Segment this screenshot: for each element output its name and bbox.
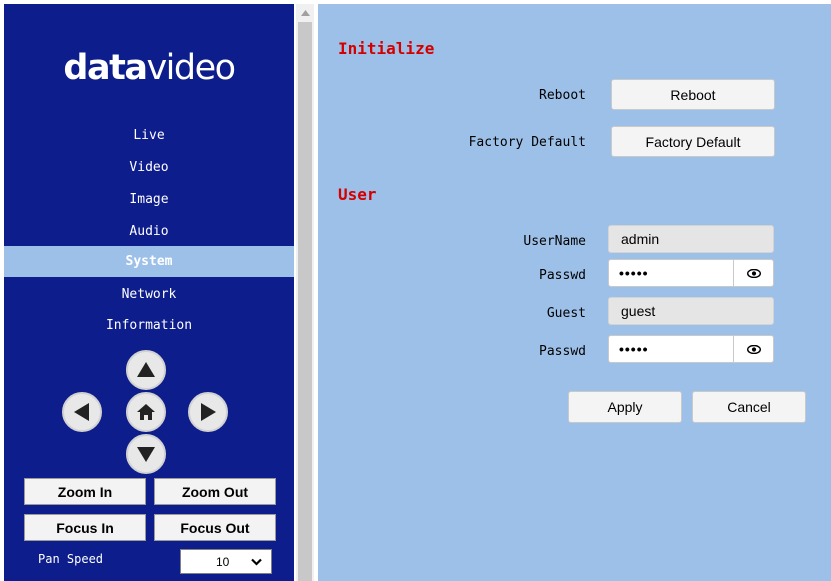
cancel-button[interactable]: Cancel: [692, 391, 806, 423]
nav-item-audio[interactable]: Audio: [4, 216, 294, 247]
nav-item-system[interactable]: System: [4, 246, 294, 277]
arrow-left-icon: [74, 403, 89, 421]
logo-part-video: video: [146, 48, 236, 88]
show-guest-password-button[interactable]: [733, 336, 773, 362]
arrow-down-icon: [137, 447, 155, 462]
ptz-home-button[interactable]: [126, 392, 166, 432]
sidebar-scrollbar[interactable]: [296, 4, 314, 581]
pan-speed-value: 10: [216, 555, 230, 569]
password-value: •••••: [619, 265, 649, 281]
username-label: UserName: [523, 234, 586, 249]
passwd-label: Passwd: [539, 268, 586, 283]
guest-password-field[interactable]: •••••: [608, 335, 774, 363]
apply-button[interactable]: Apply: [568, 391, 682, 423]
sidebar: datavideo Live Video Image Audio System …: [4, 4, 294, 581]
scroll-thumb[interactable]: [298, 22, 312, 581]
pan-speed-label: Pan Speed: [38, 552, 104, 566]
scroll-up-button[interactable]: [296, 4, 314, 22]
zoom-in-button[interactable]: Zoom In: [24, 478, 146, 505]
zoom-out-button[interactable]: Zoom Out: [154, 478, 276, 505]
password-field[interactable]: •••••: [608, 259, 774, 287]
focus-in-button[interactable]: Focus In: [24, 514, 146, 541]
focus-out-button[interactable]: Focus Out: [154, 514, 276, 541]
show-password-button[interactable]: [733, 260, 773, 286]
logo-part-data: data: [63, 48, 148, 88]
arrow-up-icon: [137, 362, 155, 377]
nav-item-live[interactable]: Live: [4, 120, 294, 151]
arrow-right-icon: [201, 403, 216, 421]
home-icon: [137, 404, 155, 420]
guest-passwd-label: Passwd: [539, 344, 586, 359]
pan-speed-select[interactable]: 10: [180, 549, 272, 574]
reboot-label: Reboot: [539, 88, 586, 103]
scroll-up-arrow-icon: [300, 10, 310, 16]
nav-item-information[interactable]: Information: [4, 310, 294, 341]
ptz-up-button[interactable]: [126, 350, 166, 390]
nav-item-video[interactable]: Video: [4, 152, 294, 183]
eye-icon: [746, 268, 761, 278]
guest-field[interactable]: guest: [608, 297, 774, 325]
eye-icon: [746, 344, 761, 354]
initialize-section-title: Initialize: [338, 39, 435, 58]
factory-default-button[interactable]: Factory Default: [611, 126, 775, 157]
username-field[interactable]: admin: [608, 225, 774, 253]
factory-default-label: Factory Default: [468, 135, 586, 150]
guest-password-value: •••••: [619, 341, 649, 357]
datavideo-logo: datavideo: [4, 48, 294, 88]
nav-item-network[interactable]: Network: [4, 279, 294, 310]
guest-label: Guest: [546, 306, 586, 321]
ptz-down-button[interactable]: [126, 434, 166, 474]
reboot-button[interactable]: Reboot: [611, 79, 775, 110]
ptz-left-button[interactable]: [62, 392, 102, 432]
system-settings-panel: Initialize Reboot Reboot Factory Default…: [318, 4, 831, 581]
ptz-right-button[interactable]: [188, 392, 228, 432]
chevron-down-icon: [251, 558, 262, 566]
user-section-title: User: [338, 185, 377, 204]
nav-item-image[interactable]: Image: [4, 184, 294, 215]
